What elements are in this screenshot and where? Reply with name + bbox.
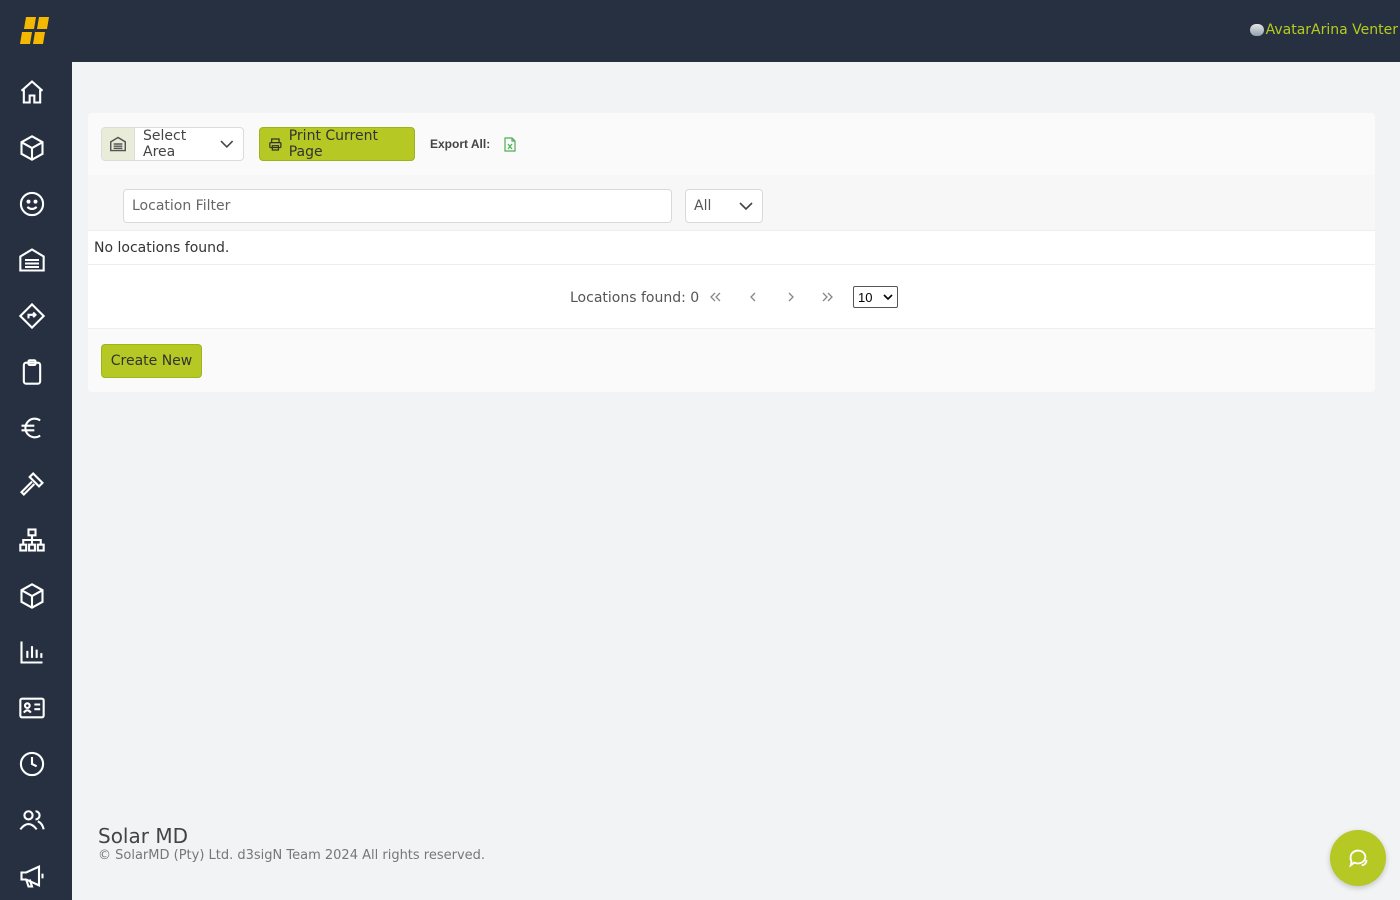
print-button-label: Print Current Page [288, 128, 378, 160]
avatar-icon [1249, 24, 1264, 36]
excel-export-icon[interactable] [504, 136, 516, 152]
sidebar-item-users[interactable] [16, 804, 48, 836]
sidebar-item-reports[interactable] [16, 636, 48, 668]
route-icon [18, 302, 46, 330]
sidebar-item-inventory[interactable] [16, 580, 48, 612]
pagination: Locations found: 0 10 [88, 265, 1375, 329]
euro-icon [21, 417, 41, 439]
megaphone-icon [20, 865, 44, 888]
sidebar-item-finance[interactable] [16, 412, 48, 444]
id-card-icon [19, 697, 45, 719]
location-filter-input[interactable] [123, 189, 672, 223]
select-area-dropdown[interactable]: Select Area [101, 127, 244, 161]
locations-found-count: Locations found: 0 [570, 290, 700, 306]
footer-title: Solar MD [98, 824, 188, 848]
clock-icon [19, 751, 45, 777]
sidebar-item-warehouse[interactable] [16, 244, 48, 276]
sidebar-item-history[interactable] [16, 748, 48, 780]
last-page-icon[interactable] [818, 287, 838, 307]
footer-copyright: © SolarMD (Pty) Ltd. d3sigN Team 2024 Al… [98, 848, 486, 863]
sidebar-item-orders[interactable] [16, 356, 48, 388]
printer-icon [269, 137, 282, 151]
status-filter-value: All [694, 198, 712, 214]
sidebar-item-products[interactable] [16, 132, 48, 164]
cube-icon [20, 583, 44, 609]
sidebar-item-home[interactable] [16, 76, 48, 108]
sidebar-item-announcements[interactable] [16, 860, 48, 892]
chat-icon [1349, 849, 1368, 868]
top-bar: Avatar Arina Venter [0, 0, 1400, 62]
page-size-select[interactable]: 10 [853, 286, 898, 308]
previous-page-icon[interactable] [742, 287, 762, 307]
print-current-page-button[interactable]: Print Current Page [259, 127, 415, 161]
page-size-value: 10 [858, 289, 873, 305]
chevron-down-icon [220, 140, 234, 148]
sidebar [0, 62, 72, 900]
avatar-alt-text: Avatar [1265, 22, 1312, 38]
select-area-value[interactable]: Select Area [135, 128, 243, 160]
sidebar-item-customers[interactable] [16, 188, 48, 220]
users-icon [19, 810, 45, 831]
box-icon [20, 135, 44, 161]
warehouse-icon [102, 128, 135, 160]
solar-md-logo-icon[interactable] [0, 0, 72, 62]
sidebar-item-contacts[interactable] [16, 692, 48, 724]
locations-card: Select Area Print Current Page Export Al… [88, 113, 1375, 392]
select-area-label: Select Area [143, 128, 187, 160]
hierarchy-icon [19, 528, 45, 552]
export-all-label: Export All: [430, 137, 491, 151]
home-icon [20, 80, 44, 104]
hammer-icon [20, 472, 44, 496]
sidebar-item-tools[interactable] [16, 468, 48, 500]
user-name[interactable]: Arina Venter [1311, 22, 1398, 38]
chevron-down-icon [883, 293, 893, 300]
first-page-icon[interactable] [705, 287, 725, 307]
toolbar: Select Area Print Current Page Export Al… [101, 127, 516, 161]
clipboard-icon [22, 359, 42, 385]
create-new-button[interactable]: Create New [101, 344, 202, 378]
filter-row: All [88, 175, 1375, 231]
chat-button[interactable] [1330, 830, 1386, 886]
sidebar-item-routes[interactable] [16, 300, 48, 332]
warehouse-icon [19, 248, 45, 272]
chart-icon [20, 641, 43, 664]
smiley-icon [19, 191, 45, 217]
empty-message: No locations found. [88, 231, 1375, 265]
sidebar-item-organisation[interactable] [16, 524, 48, 556]
user-menu[interactable]: Avatar Arina Venter [1249, 22, 1398, 38]
next-page-icon[interactable] [781, 287, 801, 307]
chevron-down-icon [739, 201, 753, 210]
status-filter-select[interactable]: All [685, 189, 763, 223]
